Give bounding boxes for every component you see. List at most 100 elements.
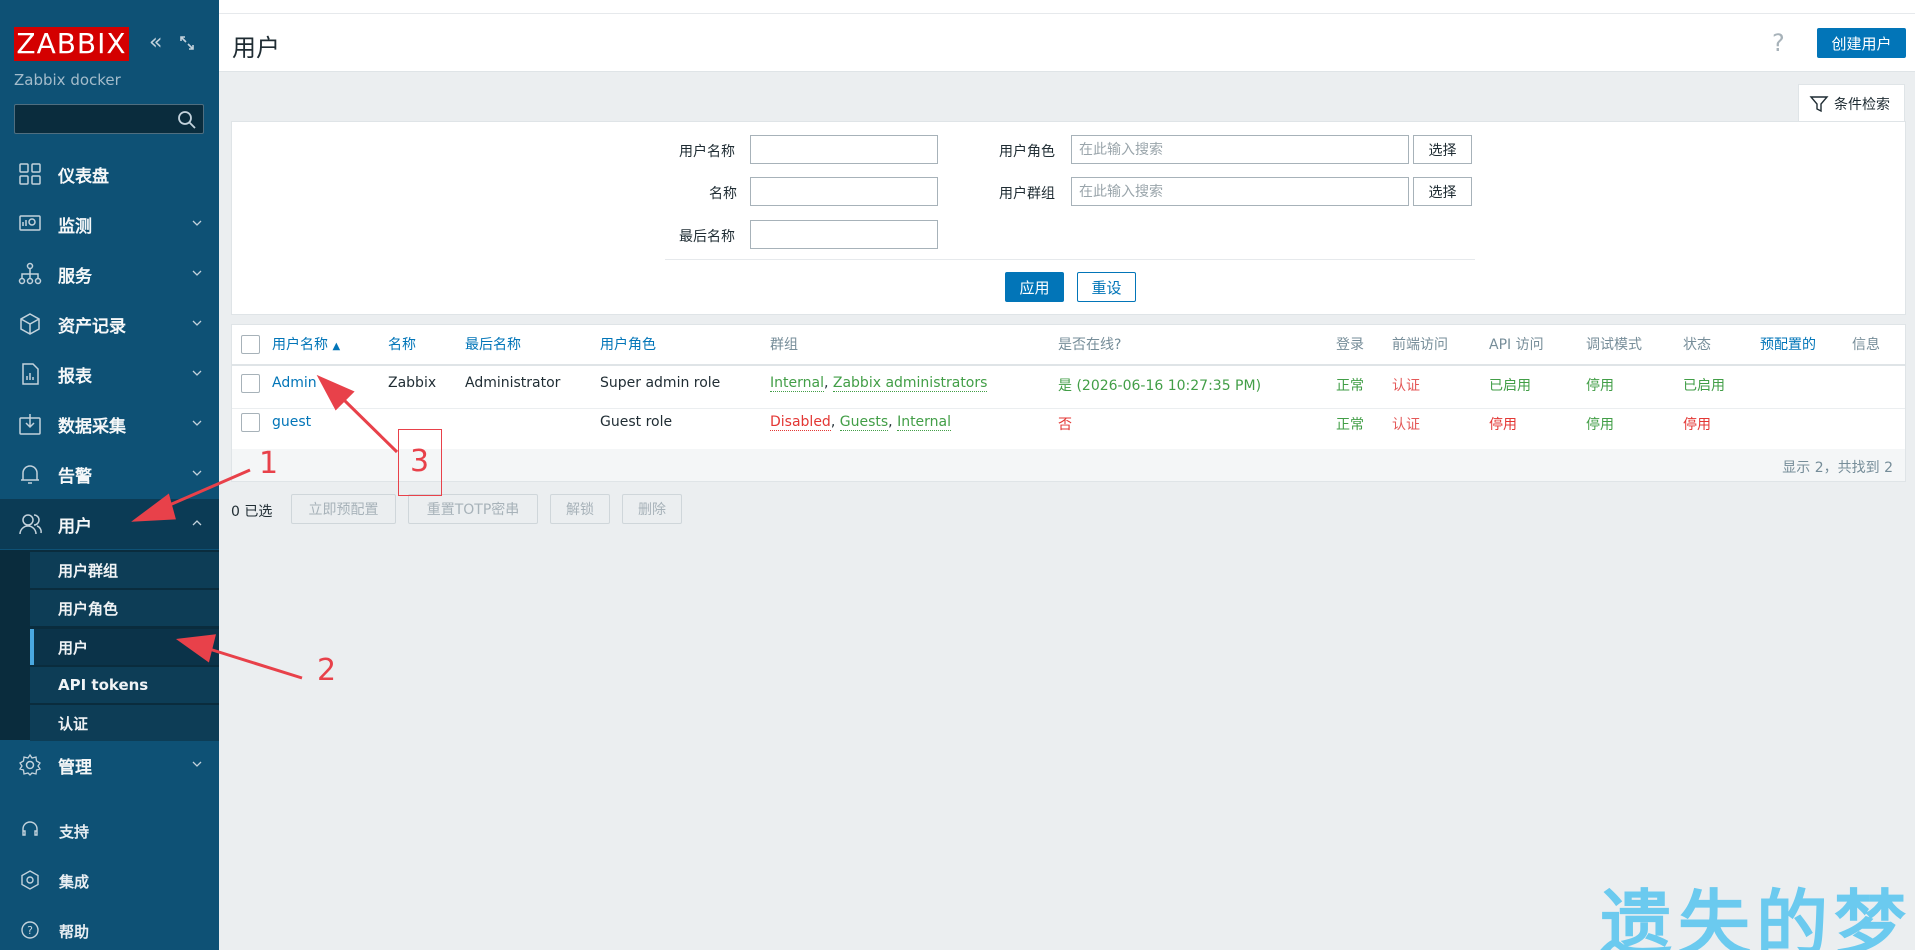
filter-panel: 用户名称 名称 最后名称 用户角色 选择 用户群组 选择 应用 重设 xyxy=(231,121,1906,315)
menu-item-dashboard[interactable]: 仪表盘 xyxy=(0,149,219,199)
search-icon[interactable] xyxy=(176,109,198,131)
group-link[interactable]: Zabbix administrators xyxy=(832,375,988,392)
menu-label: 监测 xyxy=(58,216,92,237)
menu-item-users[interactable]: 用户 xyxy=(0,499,219,549)
annotation-1: 1 xyxy=(259,446,279,481)
username-label: 用户名称 xyxy=(679,144,735,160)
header-frontend: 前端访问 xyxy=(1392,337,1448,353)
menu-label: 仪表盘 xyxy=(58,166,109,187)
status-cell[interactable]: 已启用 xyxy=(1683,375,1725,395)
api-access[interactable]: 停用 xyxy=(1489,414,1517,434)
submenu-item-api-tokens[interactable]: API tokens xyxy=(30,667,219,703)
header-api: API 访问 xyxy=(1489,337,1544,353)
filter-tab[interactable]: 条件检索 xyxy=(1798,84,1905,122)
menu-item-support[interactable]: 支持 xyxy=(0,810,219,850)
submenu-label: 用户群组 xyxy=(58,561,119,580)
services-icon xyxy=(18,262,42,285)
chevron-up-icon xyxy=(192,520,202,526)
debug-mode[interactable]: 停用 xyxy=(1586,414,1614,434)
chevron-down-icon xyxy=(192,420,202,426)
unblock-button[interactable]: 解锁 xyxy=(550,494,610,524)
login-status: 正常 xyxy=(1336,378,1364,394)
header-login: 登录 xyxy=(1336,337,1364,353)
row-checkbox[interactable] xyxy=(241,413,260,432)
delete-button[interactable]: 删除 xyxy=(622,494,682,524)
submenu-item-authentication[interactable]: 认证 xyxy=(30,705,219,741)
annotation-3: 3 xyxy=(410,444,430,479)
user-role-input[interactable] xyxy=(1071,135,1409,164)
login-status: 正常 xyxy=(1336,417,1364,433)
submenu-label: API tokens xyxy=(58,676,149,694)
top-bar xyxy=(219,0,1915,14)
select-all-checkbox[interactable] xyxy=(241,335,260,354)
menu-label: 用户 xyxy=(58,516,92,537)
table-footer: 显示 2，共找到 2 xyxy=(232,449,1905,481)
row-checkbox[interactable] xyxy=(241,374,260,393)
user-group-select-button[interactable]: 选择 xyxy=(1413,177,1472,206)
submenu-label: 认证 xyxy=(58,714,89,733)
kiosk-mode-icon[interactable] xyxy=(178,34,196,52)
role-cell: Super admin role xyxy=(600,375,721,391)
group-link[interactable]: Disabled xyxy=(770,414,831,431)
group-link[interactable]: Internal xyxy=(770,375,824,392)
reset-totp-button[interactable]: 重置TOTP密串 xyxy=(408,494,538,524)
header-info: 信息 xyxy=(1852,337,1880,353)
header-divider xyxy=(232,364,1905,366)
menu-item-reports[interactable]: 报表 xyxy=(0,349,219,399)
username-link[interactable]: guest xyxy=(272,414,311,430)
api-access[interactable]: 已启用 xyxy=(1489,375,1531,395)
frontend-access[interactable]: 认证 xyxy=(1392,414,1420,434)
username-link[interactable]: Admin xyxy=(272,375,317,391)
menu-item-alerts[interactable]: 告警 xyxy=(0,449,219,499)
header-provisioned[interactable]: 预配置的 xyxy=(1760,325,1816,365)
menu-item-integrations[interactable]: 集成 xyxy=(0,860,219,900)
watermark: 遗失的梦 xyxy=(1600,882,1913,950)
group-separator: , xyxy=(888,414,898,430)
menu-label: 数据采集 xyxy=(58,416,126,437)
page-header: 用户 ? 创建用户 xyxy=(219,14,1915,72)
reset-button[interactable]: 重设 xyxy=(1077,272,1136,302)
user-group-label: 用户群组 xyxy=(999,186,1055,202)
user-role-select-button[interactable]: 选择 xyxy=(1413,135,1472,164)
sidebar: ZABBIX « Zabbix docker 仪表盘 监测 服务 资产记录 报表… xyxy=(0,0,219,950)
submenu-label: 用户 xyxy=(58,638,89,657)
provision-now-button[interactable]: 立即预配置 xyxy=(291,494,396,524)
user-group-input[interactable] xyxy=(1071,177,1409,206)
results-count: 显示 2，共找到 2 xyxy=(1782,460,1893,476)
menu-item-inventory[interactable]: 资产记录 xyxy=(0,299,219,349)
frontend-access[interactable]: 认证 xyxy=(1392,375,1420,395)
arrow-2-shaft xyxy=(205,646,303,680)
menu-item-help[interactable]: ? 帮助 xyxy=(0,910,219,950)
name-input[interactable] xyxy=(750,177,938,206)
debug-mode[interactable]: 停用 xyxy=(1586,375,1614,395)
submenu-item-user-roles[interactable]: 用户角色 xyxy=(30,590,219,626)
create-user-button[interactable]: 创建用户 xyxy=(1817,28,1906,58)
header-role[interactable]: 用户角色 xyxy=(600,325,656,365)
role-cell: Guest role xyxy=(600,414,673,430)
submenu-item-user-groups[interactable]: 用户群组 xyxy=(30,552,219,588)
group-link[interactable]: Internal xyxy=(897,414,952,431)
status-cell[interactable]: 停用 xyxy=(1683,414,1711,434)
user-role-label: 用户角色 xyxy=(999,144,1055,160)
menu-item-administration[interactable]: 管理 xyxy=(0,740,219,790)
menu-item-data-collection[interactable]: 数据采集 xyxy=(0,399,219,449)
header-groups: 群组 xyxy=(770,337,798,353)
header-username[interactable]: 用户名称 ▲ xyxy=(272,325,340,365)
submenu-item-users[interactable]: 用户 xyxy=(30,629,219,665)
question-icon[interactable]: ? xyxy=(1772,29,1785,57)
online-cell: 否 xyxy=(1058,417,1072,433)
header-name[interactable]: 名称 xyxy=(388,325,416,365)
menu-item-monitoring[interactable]: 监测 xyxy=(0,199,219,249)
username-input[interactable] xyxy=(750,135,938,164)
menu-label: 集成 xyxy=(59,873,90,891)
monitoring-icon xyxy=(19,215,41,231)
header-surname[interactable]: 最后名称 xyxy=(465,325,521,365)
surname-input[interactable] xyxy=(750,220,938,249)
reports-icon xyxy=(22,363,39,385)
collapse-sidebar-icon[interactable]: « xyxy=(149,32,162,54)
apply-button[interactable]: 应用 xyxy=(1005,272,1064,302)
group-link[interactable]: Guests xyxy=(839,414,889,431)
zabbix-logo[interactable]: ZABBIX xyxy=(14,27,129,61)
chevron-down-icon xyxy=(192,761,202,767)
menu-item-services[interactable]: 服务 xyxy=(0,249,219,299)
